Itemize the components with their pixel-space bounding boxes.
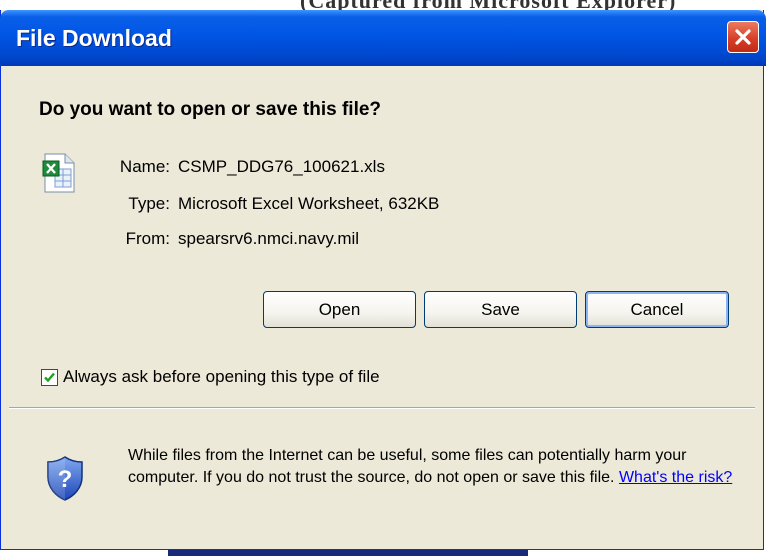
open-button[interactable]: Open [263,291,416,328]
window-title: File Download [16,25,172,51]
svg-text:?: ? [58,466,73,493]
security-shield-icon: ? [47,456,83,501]
file-name-row: Name: CSMP_DDG76_100621.xls [101,157,385,177]
cancel-button[interactable]: Cancel [585,291,729,328]
checkmark-icon [44,372,55,382]
file-type-row: Type: Microsoft Excel Worksheet, 632KB [101,194,439,214]
close-icon [735,29,751,45]
file-name-label: Name: [119,157,170,176]
whats-the-risk-link[interactable]: What's the risk? [619,469,732,486]
close-button[interactable] [727,21,759,53]
file-download-dialog: File Download Do you want to open or sav… [0,10,766,550]
always-ask-option[interactable]: Always ask before opening this type of f… [41,367,380,387]
file-name-value: CSMP_DDG76_100621.xls [178,157,385,176]
background-fragment [168,550,528,556]
file-type-label: Type: [128,194,170,213]
file-type-value: Microsoft Excel Worksheet, 632KB [178,194,440,213]
file-from-value: spearsrv6.nmci.navy.mil [178,229,360,248]
always-ask-label[interactable]: Always ask before opening this type of f… [63,367,380,387]
warning-text: While files from the Internet can be use… [128,447,687,486]
security-warning: While files from the Internet can be use… [128,445,738,489]
section-divider [9,407,755,409]
title-bar[interactable]: File Download [0,10,766,66]
always-ask-checkbox[interactable] [41,368,58,386]
file-from-label: From: [125,229,170,248]
save-button[interactable]: Save [424,291,577,328]
excel-file-icon [42,153,75,193]
dialog-question: Do you want to open or save this file? [39,99,382,120]
file-from-row: From: spearsrv6.nmci.navy.mil [101,229,359,249]
